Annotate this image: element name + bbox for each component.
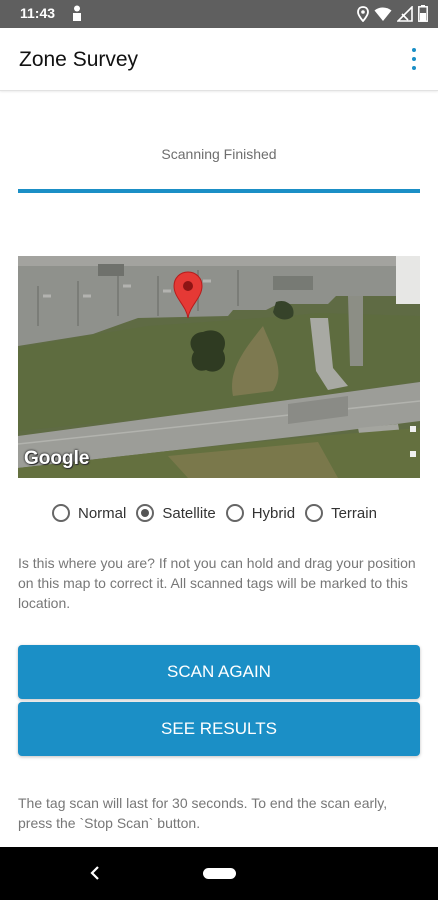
person-icon	[71, 5, 83, 27]
more-vert-icon[interactable]	[404, 46, 424, 72]
map-type-terrain[interactable]: Terrain	[305, 504, 377, 522]
scan-progress-bar	[18, 189, 420, 193]
map-type-label: Terrain	[331, 504, 377, 522]
satellite-imagery	[18, 256, 420, 478]
location-help-text: Is this where you are? If not you can ho…	[18, 555, 416, 611]
map-type-label: Hybrid	[251, 504, 296, 522]
home-pill-icon[interactable]	[203, 868, 236, 879]
map-type-label: Normal	[78, 504, 127, 522]
page-title: Zone Survey	[19, 48, 139, 71]
radio-icon[interactable]	[225, 504, 244, 522]
scan-progress-fill	[18, 189, 420, 193]
scan-info-text: The tag scan will last for 30 seconds. T…	[18, 795, 388, 831]
radio-checked-icon[interactable]	[136, 504, 155, 522]
map-type-hybrid[interactable]: Hybrid	[225, 504, 296, 522]
status-icons	[357, 5, 428, 22]
status-bar: 11:43	[0, 0, 438, 28]
scan-status-text: Scanning Finished	[161, 146, 277, 162]
location-icon	[357, 5, 369, 22]
wifi-icon	[374, 6, 392, 22]
battery-icon	[418, 5, 428, 22]
map-type-selector: Normal Satellite Hybrid Terrain	[52, 504, 387, 522]
google-logo: Google	[24, 448, 90, 469]
map-view[interactable]: Google	[18, 256, 420, 478]
back-icon[interactable]	[88, 863, 102, 888]
see-results-button[interactable]: SEE RESULTS	[18, 702, 420, 756]
app-bar: Zone Survey	[0, 28, 438, 91]
radio-icon[interactable]	[52, 504, 70, 522]
map-type-satellite[interactable]: Satellite	[136, 504, 216, 522]
status-time: 11:43	[20, 5, 56, 21]
navigation-bar	[0, 847, 438, 900]
map-type-label: Satellite	[162, 504, 216, 522]
map-type-normal[interactable]: Normal	[52, 504, 126, 522]
radio-icon[interactable]	[305, 504, 324, 522]
signal-icon	[397, 5, 413, 22]
scan-again-button[interactable]: SCAN AGAIN	[18, 645, 420, 699]
